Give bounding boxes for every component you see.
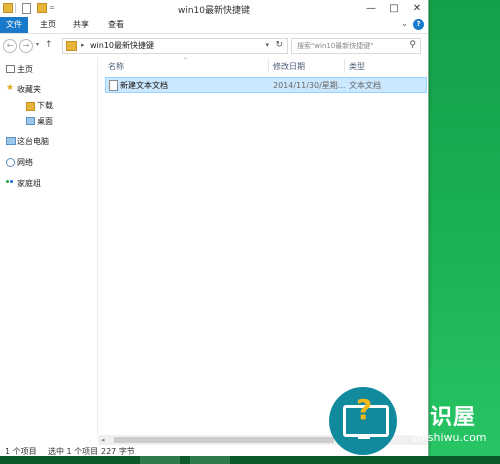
scroll-left-icon[interactable]: ◂ bbox=[101, 436, 105, 444]
column-header-type[interactable]: 类型 bbox=[349, 61, 365, 72]
taskbar-item[interactable] bbox=[190, 456, 230, 464]
monitor-stand bbox=[358, 436, 370, 439]
sidebar-item-label: 这台电脑 bbox=[17, 137, 49, 146]
taskbar bbox=[0, 456, 500, 464]
navigation-pane: 主页 ★ 收藏夹 下载 桌面 这台电脑 网络 家庭组 bbox=[0, 57, 98, 435]
text-document-icon bbox=[109, 80, 118, 91]
close-button[interactable]: ✕ bbox=[406, 0, 428, 17]
zhishiwu-logo: ? 知识屋 zhishiwu.com bbox=[329, 387, 500, 456]
network-icon bbox=[6, 158, 15, 167]
desktop-icon bbox=[26, 117, 35, 125]
tab-share[interactable]: 共享 bbox=[66, 17, 96, 33]
question-mark-icon: ? bbox=[356, 393, 373, 426]
refresh-icon[interactable]: ↻ bbox=[275, 40, 283, 50]
logo-circle: ? bbox=[329, 387, 397, 455]
ribbon-tabs: 文件 主页 共享 查看 ⌄ ? bbox=[0, 17, 428, 34]
home-icon bbox=[6, 65, 15, 73]
sidebar-item-label: 桌面 bbox=[37, 117, 53, 126]
sidebar-item-label: 网络 bbox=[17, 158, 33, 167]
column-header-name[interactable]: 名称 bbox=[108, 61, 124, 72]
search-box[interactable]: 搜索"win10最新快捷键" ⚲ bbox=[291, 38, 421, 54]
maximize-button[interactable]: □ bbox=[383, 0, 405, 17]
address-path[interactable]: win10最新快捷键 bbox=[90, 40, 154, 51]
logo-url: zhishiwu.com bbox=[412, 431, 487, 444]
computer-icon bbox=[6, 137, 16, 145]
file-list: ⌃ 名称 修改日期 类型 新建文本文档 2014/11/30/星期... 文本文… bbox=[98, 57, 428, 435]
tab-home[interactable]: 主页 bbox=[34, 17, 62, 33]
logo-text: 知识屋 bbox=[407, 405, 477, 430]
taskbar-item[interactable] bbox=[140, 456, 180, 464]
address-bar[interactable]: ▸ win10最新快捷键 ▾ ↻ bbox=[62, 38, 288, 54]
tab-file[interactable]: 文件 bbox=[0, 17, 28, 33]
title-bar[interactable]: = win10最新快捷键 — □ ✕ bbox=[0, 0, 428, 17]
column-divider[interactable] bbox=[268, 59, 269, 73]
table-row[interactable]: 新建文本文档 2014/11/30/星期... 文本文档 bbox=[105, 77, 427, 93]
tab-view[interactable]: 查看 bbox=[101, 17, 131, 33]
folder-icon bbox=[66, 41, 77, 51]
sidebar-item-label: 家庭组 bbox=[17, 179, 41, 188]
minimize-button[interactable]: — bbox=[360, 0, 382, 17]
sidebar-item-label: 主页 bbox=[17, 65, 33, 74]
ribbon-expand-icon[interactable]: ⌄ bbox=[401, 19, 408, 28]
search-input[interactable]: 搜索"win10最新快捷键" bbox=[297, 41, 373, 51]
up-button[interactable]: ↑ bbox=[45, 40, 53, 50]
column-header-date[interactable]: 修改日期 bbox=[273, 61, 305, 72]
homegroup-icon bbox=[6, 179, 14, 185]
recent-locations-icon[interactable]: ▾ bbox=[36, 41, 39, 48]
file-type: 文本文档 bbox=[349, 81, 381, 90]
scrollbar-thumb[interactable] bbox=[114, 437, 334, 443]
help-icon[interactable]: ? bbox=[413, 19, 424, 30]
address-row: ← → ▾ ↑ ▸ win10最新快捷键 ▾ ↻ 搜索"win10最新快捷键" … bbox=[0, 34, 428, 56]
forward-button[interactable]: → bbox=[19, 39, 33, 53]
star-icon: ★ bbox=[6, 83, 15, 93]
file-name: 新建文本文档 bbox=[120, 81, 168, 90]
search-icon[interactable]: ⚲ bbox=[409, 40, 416, 50]
sidebar-item-label: 下载 bbox=[37, 101, 53, 110]
sort-caret-icon: ⌃ bbox=[183, 57, 189, 64]
chevron-right-icon[interactable]: ▸ bbox=[81, 41, 85, 49]
download-folder-icon bbox=[26, 102, 35, 111]
back-button[interactable]: ← bbox=[3, 39, 17, 53]
chevron-down-icon[interactable]: ▾ bbox=[265, 41, 269, 49]
file-date: 2014/11/30/星期... bbox=[273, 81, 346, 90]
column-divider[interactable] bbox=[344, 59, 345, 73]
sidebar-item-label: 收藏夹 bbox=[17, 85, 41, 94]
